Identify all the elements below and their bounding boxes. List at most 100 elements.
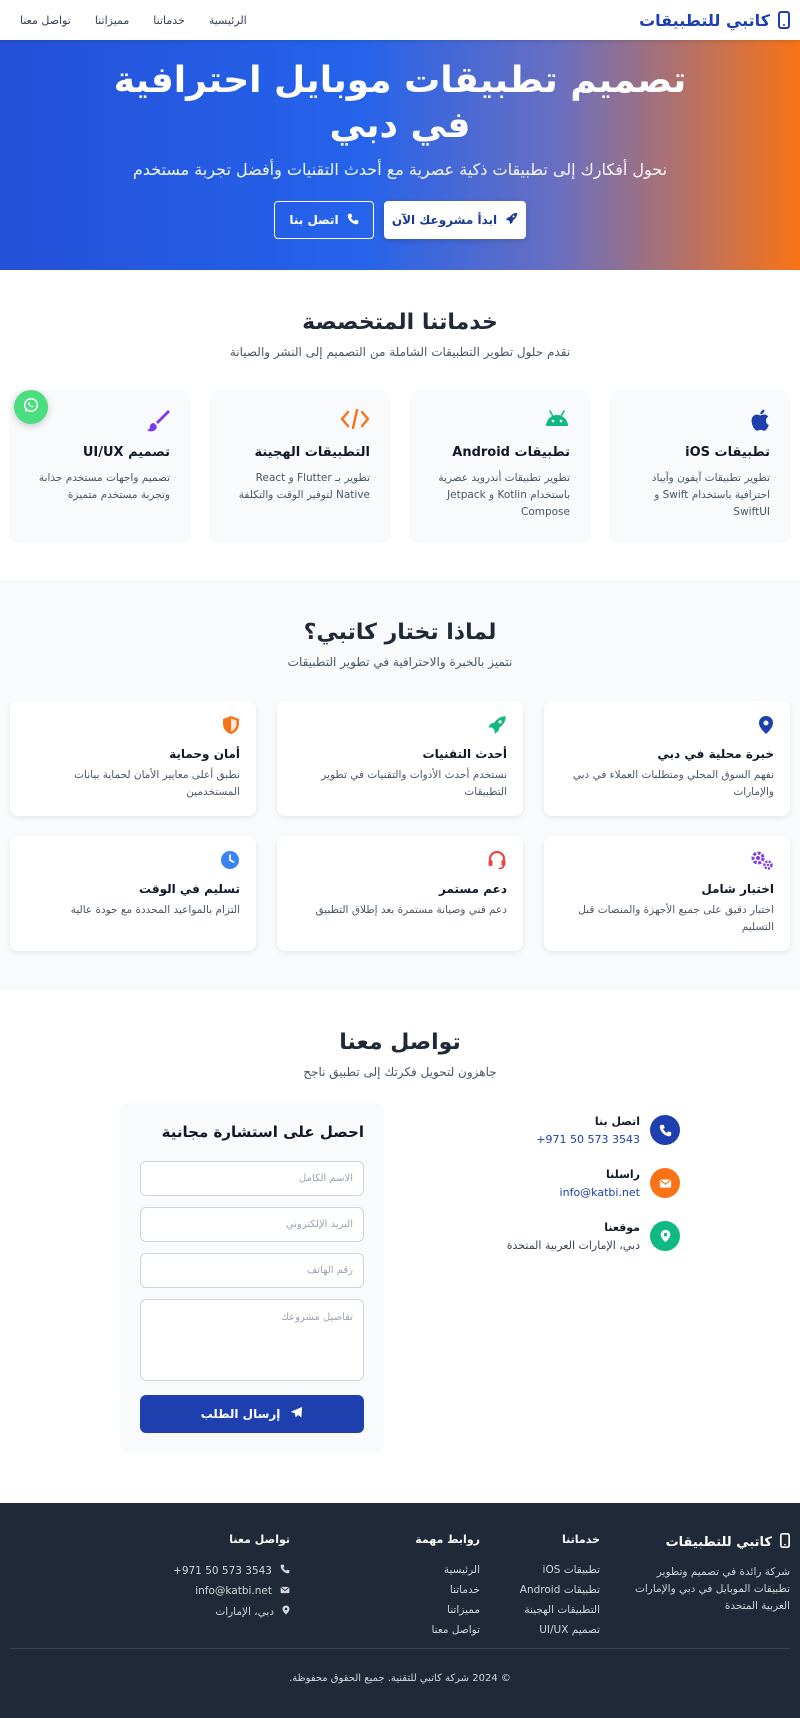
footer-brand-name: كاتبي للتطبيقات — [665, 1535, 772, 1550]
footer-brand: كاتبي للتطبيقات — [620, 1533, 790, 1552]
contact-email-link[interactable]: info@katbi.net — [560, 1186, 640, 1199]
feature-card-security: أمان وحماية نطبق أعلى معايير الأمان لحما… — [10, 701, 256, 816]
email-input[interactable]: البريد الإلكتروني — [140, 1207, 364, 1242]
phone-icon — [347, 213, 359, 228]
shield-icon — [26, 715, 240, 739]
footer-link-home[interactable]: الرئيسية — [330, 1564, 480, 1576]
contact-info: اتصل بنا +971 50 573 3543 راسلنا info@ka… — [420, 1115, 680, 1274]
headset-icon — [293, 850, 507, 874]
why-grid: خبرة محلية في دبي نفهم السوق المحلي ومتط… — [10, 701, 790, 951]
footer-location: دبي، الإمارات — [110, 1605, 290, 1618]
footer-phone-link[interactable]: +971 50 573 3543 — [173, 1565, 272, 1577]
footer-description: شركة رائدة في تصميم وتطوير تطبيقات الموب… — [634, 1566, 790, 1612]
footer-links-title: روابط مهمة — [415, 1533, 480, 1546]
feature-card-tech: أحدث التقنيات نستخدم أحدث الأدوات والتقن… — [277, 701, 523, 816]
feature-card-local: خبرة محلية في دبي نفهم السوق المحلي ومتط… — [544, 701, 790, 816]
contact-email: راسلنا info@katbi.net — [420, 1168, 680, 1199]
contact-subtitle: جاهزون لتحويل فكرتك إلى تطبيق ناجح — [303, 1065, 497, 1079]
feature-card-delivery: تسليم في الوقت التزام بالمواعيد المحددة … — [10, 836, 256, 951]
footer: كاتبي للتطبيقات شركة رائدة في تصميم وتطو… — [0, 1503, 800, 1718]
start-project-button[interactable]: ابدأ مشروعك الآن — [384, 201, 526, 239]
contact-us-button[interactable]: اتصل بنا — [274, 201, 374, 239]
footer-services: خدماتنا تطبيقات iOS تطبيقات Android التط… — [500, 1533, 600, 1644]
navbar: كاتبي للتطبيقات الرئيسية خدماتنا مميزاتن… — [0, 0, 800, 40]
hero-title: تصميم تطبيقات موبايل احترافية في دبي — [113, 60, 687, 146]
contact-location: موقعنا دبي، الإمارات العربية المتحدة — [420, 1221, 680, 1252]
service-card-ios: تطبيقات iOS تطوير تطبيقات آيفون وآيباد ا… — [610, 391, 790, 541]
footer-contact-title: تواصل معنا — [229, 1533, 290, 1546]
contact-phone-label: اتصل بنا — [594, 1115, 640, 1128]
email-placeholder: البريد الإلكتروني — [285, 1219, 353, 1230]
service-desc: تطوير تطبيقات أندرويد عصرية باستخدام Kot… — [438, 472, 570, 518]
submit-button[interactable]: إرسال الطلب — [140, 1395, 364, 1433]
services-title: خدماتنا المتخصصة — [302, 310, 498, 335]
phone-icon — [280, 1564, 290, 1577]
phone-icon — [650, 1115, 680, 1145]
name-input[interactable]: الاسم الكامل — [140, 1161, 364, 1196]
why-section: لماذا تختار كاتبي؟ نتميز بالخبرة والاحتر… — [0, 580, 800, 990]
nav-link-contact[interactable]: تواصل معنا — [20, 14, 71, 27]
phone-input[interactable]: رقم الهاتف — [140, 1253, 364, 1288]
contact-us-label: اتصل بنا — [289, 213, 339, 227]
feature-title: أحدث التقنيات — [422, 747, 507, 761]
footer-divider — [10, 1648, 790, 1649]
project-details-textarea[interactable]: تفاصيل مشروعك — [140, 1299, 364, 1381]
contact-phone-link[interactable]: +971 50 573 3543 — [536, 1133, 640, 1146]
form-title: احصل على استشارة مجانية — [161, 1123, 364, 1141]
paper-plane-icon — [290, 1406, 303, 1422]
footer-link-contact[interactable]: تواصل معنا — [330, 1624, 480, 1636]
android-icon — [428, 409, 570, 435]
nav-link-services[interactable]: خدماتنا — [153, 14, 185, 27]
feature-desc: نستخدم أحدث الأدوات والتقنيات في تطوير ا… — [321, 769, 507, 798]
contact-section: تواصل معنا جاهزون لتحويل فكرتك إلى تطبيق… — [0, 990, 800, 1503]
footer-email-link[interactable]: info@katbi.net — [195, 1585, 272, 1597]
hero-section: تصميم تطبيقات موبايل احترافية في دبي نحو… — [0, 40, 800, 270]
feature-title: تسليم في الوقت — [139, 882, 240, 896]
service-card-android: تطبيقات Android تطوير تطبيقات أندرويد عص… — [410, 391, 590, 541]
footer-service-link[interactable]: تطبيقات iOS — [500, 1564, 600, 1576]
nav-link-features[interactable]: مميزاتنا — [95, 14, 129, 27]
services-section: خدماتنا المتخصصة نقدم حلول تطوير التطبيق… — [0, 270, 800, 580]
feature-title: دعم مستمر — [439, 882, 507, 896]
contact-phone: اتصل بنا +971 50 573 3543 — [420, 1115, 680, 1146]
mobile-phone-icon — [780, 1533, 790, 1552]
map-pin-icon — [650, 1221, 680, 1251]
copyright: © 2024 شركة كاتبي للتقنية. جميع الحقوق م… — [289, 1673, 511, 1684]
footer-link-services[interactable]: خدماتنا — [330, 1584, 480, 1596]
footer-service-link[interactable]: تطبيقات Android — [500, 1584, 600, 1596]
footer-service-link[interactable]: تصميم UI/UX — [500, 1624, 600, 1636]
nav-link-home[interactable]: الرئيسية — [209, 14, 247, 27]
footer-service-link[interactable]: التطبيقات الهجينة — [500, 1604, 600, 1616]
feature-card-support: دعم مستمر دعم فني وصيانة مستمرة بعد إطلا… — [277, 836, 523, 951]
brand-logo[interactable]: كاتبي للتطبيقات — [639, 11, 790, 30]
hero-buttons: ابدأ مشروعك الآن اتصل بنا — [0, 201, 800, 239]
feature-title: أمان وحماية — [169, 747, 240, 761]
brand-name: كاتبي للتطبيقات — [639, 10, 770, 30]
footer-phone: +971 50 573 3543 — [110, 1564, 290, 1577]
apple-icon — [628, 409, 770, 435]
footer-link-features[interactable]: مميزاتنا — [330, 1604, 480, 1616]
footer-location-value: دبي، الإمارات — [215, 1605, 274, 1618]
feature-desc: نفهم السوق المحلي ومتطلبات العملاء في دب… — [572, 769, 774, 798]
why-subtitle: نتميز بالخبرة والاحترافية في تطوير التطب… — [287, 655, 513, 669]
contact-email-label: راسلنا — [605, 1168, 640, 1181]
rocket-icon — [505, 212, 518, 228]
footer-about: كاتبي للتطبيقات شركة رائدة في تصميم وتطو… — [620, 1533, 790, 1644]
contact-location-value: دبي، الإمارات العربية المتحدة — [506, 1239, 640, 1252]
name-placeholder: الاسم الكامل — [298, 1173, 353, 1184]
whatsapp-button[interactable] — [14, 390, 48, 424]
services-subtitle: نقدم حلول تطوير التطبيقات الشاملة من الت… — [229, 345, 571, 359]
services-grid: تطبيقات iOS تطوير تطبيقات آيفون وآيباد ا… — [10, 391, 790, 541]
whatsapp-icon — [23, 397, 39, 417]
phone-placeholder: رقم الهاتف — [306, 1265, 353, 1276]
service-title: التطبيقات الهجينة — [254, 445, 370, 460]
service-desc: تصميم واجهات مستخدم جذابة وتجربة مستخدم … — [38, 472, 170, 501]
service-card-hybrid: التطبيقات الهجينة تطوير بـ Flutter و Rea… — [210, 391, 390, 541]
hero-subtitle: نحول أفكارك إلى تطبيقات ذكية عصرية مع أح… — [132, 160, 668, 179]
feature-desc: التزام بالمواعيد المحددة مع جودة عالية — [70, 904, 240, 916]
map-pin-icon — [282, 1605, 290, 1618]
footer-email: info@katbi.net — [110, 1585, 290, 1597]
rocket-icon — [293, 715, 507, 739]
code-icon — [228, 408, 370, 435]
feature-card-testing: اختبار شامل اختبار دقيق على جميع الأجهزة… — [544, 836, 790, 951]
